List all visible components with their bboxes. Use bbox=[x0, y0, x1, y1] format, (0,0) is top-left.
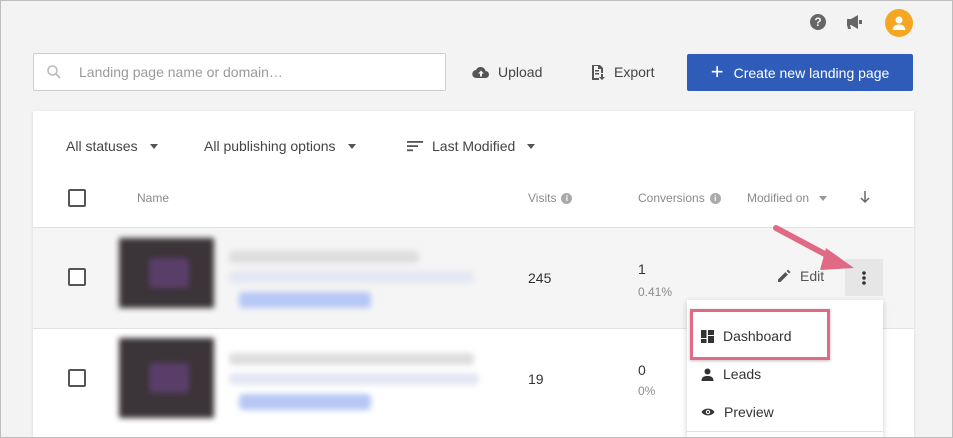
conversion-rate: 0% bbox=[638, 384, 656, 398]
dashboard-icon bbox=[701, 329, 714, 343]
sort-filter-label: Last Modified bbox=[432, 138, 516, 154]
annotation-arrow bbox=[773, 225, 854, 270]
search-icon bbox=[47, 65, 61, 79]
blurred-status-badge bbox=[239, 394, 371, 410]
upload-button[interactable]: Upload bbox=[472, 58, 542, 86]
help-icon[interactable]: ? bbox=[810, 14, 826, 30]
column-visits[interactable]: Visits i bbox=[528, 191, 573, 205]
column-modified-label: Modified on bbox=[747, 191, 810, 205]
search-input[interactable] bbox=[79, 64, 429, 80]
eye-icon bbox=[701, 408, 715, 416]
create-landing-page-button[interactable]: + Create new landing page bbox=[687, 54, 913, 91]
select-all-checkbox[interactable] bbox=[68, 189, 86, 207]
row-checkbox[interactable] bbox=[68, 268, 86, 286]
menu-item-leads[interactable]: Leads bbox=[701, 366, 761, 382]
status-filter-label: All statuses bbox=[66, 138, 138, 154]
sort-filter[interactable]: Last Modified bbox=[407, 138, 536, 154]
column-name[interactable]: Name bbox=[137, 191, 169, 205]
menu-item-label: Leads bbox=[723, 366, 762, 382]
cloud-upload-icon bbox=[472, 66, 489, 79]
column-name-label: Name bbox=[137, 191, 170, 205]
avatar-user-icon bbox=[892, 16, 906, 30]
menu-item-label: Preview bbox=[724, 404, 774, 420]
column-conversions[interactable]: Conversions i bbox=[638, 191, 721, 205]
create-label: Create new landing page bbox=[733, 64, 890, 81]
plus-icon: + bbox=[710, 58, 724, 84]
status-filter[interactable]: All statuses bbox=[66, 138, 158, 154]
menu-item-preview[interactable]: Preview bbox=[701, 404, 774, 420]
blurred-page-domain bbox=[229, 373, 479, 385]
menu-item-label: Dashboard bbox=[723, 328, 792, 344]
page-thumbnail bbox=[119, 338, 214, 418]
publishing-filter[interactable]: All publishing options bbox=[204, 138, 356, 154]
page-thumbnail bbox=[119, 238, 214, 308]
blurred-status-badge bbox=[239, 292, 371, 308]
avatar[interactable] bbox=[885, 9, 913, 37]
search-field[interactable] bbox=[33, 53, 446, 91]
export-icon bbox=[592, 65, 605, 80]
visits-value: 19 bbox=[528, 371, 544, 387]
megaphone-icon[interactable] bbox=[846, 14, 864, 30]
caret-down-icon bbox=[149, 143, 158, 149]
upload-label: Upload bbox=[498, 64, 543, 80]
info-icon: i bbox=[709, 192, 721, 204]
conversions-value: 1 bbox=[638, 261, 646, 277]
info-icon: i bbox=[561, 192, 573, 204]
conversions-value: 0 bbox=[638, 362, 646, 378]
publishing-filter-label: All publishing options bbox=[204, 138, 336, 154]
column-modified[interactable]: Modified on bbox=[747, 191, 828, 205]
arrow-down-icon bbox=[860, 191, 870, 204]
sort-icon bbox=[407, 141, 423, 152]
caret-down-icon bbox=[819, 195, 828, 201]
visits-value: 245 bbox=[528, 270, 552, 286]
column-visits-label: Visits bbox=[528, 191, 557, 205]
sort-direction-button[interactable] bbox=[859, 190, 871, 204]
blurred-page-name bbox=[229, 353, 474, 365]
person-icon bbox=[701, 368, 714, 381]
conversion-rate: 0.41% bbox=[638, 285, 673, 299]
menu-divider bbox=[687, 431, 883, 432]
caret-down-icon bbox=[347, 143, 356, 149]
column-conversions-label: Conversions bbox=[638, 191, 705, 205]
menu-item-dashboard[interactable]: Dashboard bbox=[701, 328, 792, 344]
row-checkbox[interactable] bbox=[68, 369, 86, 387]
row-options-menu: Dashboard Leads Preview bbox=[687, 300, 883, 438]
blurred-page-domain bbox=[229, 271, 474, 283]
caret-down-icon bbox=[527, 143, 536, 149]
export-button[interactable]: Export bbox=[590, 58, 654, 86]
export-label: Export bbox=[614, 64, 655, 80]
blurred-page-name bbox=[229, 251, 419, 263]
